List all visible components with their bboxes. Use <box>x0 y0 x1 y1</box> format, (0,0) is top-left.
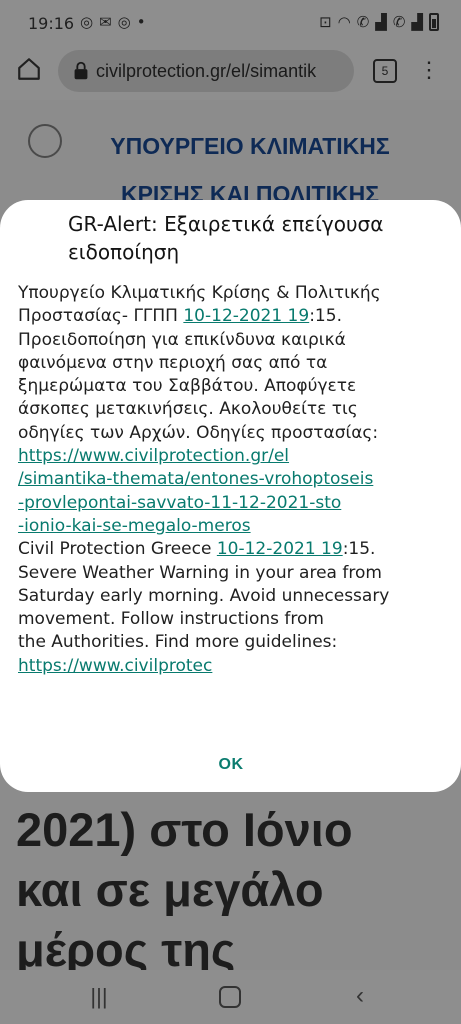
browser-toolbar: civilprotection.gr/el/simantik 5 ⋮ <box>0 48 461 100</box>
status-bar: 19:16 ◎ ✉ ◎ • ⊡ ◠ ✆ ▟ ✆ ▟ <box>0 0 461 48</box>
wifi-icon: ◠ <box>337 13 351 31</box>
ok-button[interactable]: OK <box>196 750 266 780</box>
ministry-logo-icon <box>28 124 62 158</box>
page-text-line: 2021) στο Ιόνιο <box>16 803 353 856</box>
signal-icon: ▟ <box>375 13 387 31</box>
alert-link[interactable]: /simantika-themata/entones-vrohoptoseis <box>18 469 373 489</box>
dialog-body-line: φαινόμενα στην περιοχή σας από τα <box>18 352 450 375</box>
alert-text: Υπουργείο Κλιματικής Κρίσης & Πολιτικής <box>18 283 381 303</box>
alert-text: ξημερώματα του Σαββάτου. Αποφύγετε <box>18 376 357 397</box>
page-text-line: και σε μεγάλο <box>16 863 324 916</box>
dialog-body-line: Saturday early morning. Avoid unnecessar… <box>18 585 450 608</box>
dialog-body-line: movement. Follow instructions from <box>18 608 450 631</box>
dialog-body-line: οδηγίες των Αρχών. Οδηγίες προστασίας: <box>18 422 450 445</box>
url-bar[interactable]: civilprotection.gr/el/simantik <box>58 50 354 92</box>
dialog-body-line: the Authorities. Find more guidelines: <box>18 631 450 654</box>
home-nav-button[interactable] <box>219 986 241 1008</box>
tab-switcher-button[interactable]: 5 <box>373 59 397 83</box>
menu-button[interactable]: ⋮ <box>418 54 440 86</box>
alert-text: :15. <box>309 306 342 327</box>
alert-link[interactable]: 10-12-2021 19 <box>217 539 343 559</box>
alert-link[interactable]: -provlepontai-savvato-11-12-2021-sto <box>18 493 341 513</box>
page-text-line: μέρος της <box>16 923 236 970</box>
dialog-body-line: Υπουργείο Κλιματικής Κρίσης & Πολιτικής <box>18 282 450 305</box>
alert-text: Προστασίας- ΓΓΠΠ <box>18 306 184 327</box>
alert-text: Severe Weather Warning in your area from <box>18 562 382 583</box>
notification-icons: ◎ ✉ ◎ • <box>80 13 146 31</box>
dot-icon: • <box>136 13 146 31</box>
home-button[interactable] <box>14 56 44 86</box>
dialog-body-line: -ionio-kai-se-megalo-meros <box>18 515 450 538</box>
alert-link[interactable]: -ionio-kai-se-megalo-meros <box>18 516 251 536</box>
chrome-icon: ◎ <box>80 13 94 31</box>
dialog-body-line: /simantika-themata/entones-vrohoptoseis <box>18 468 450 491</box>
battery-icon <box>429 13 439 31</box>
dialog-body-line: -provlepontai-savvato-11-12-2021-sto <box>18 492 450 515</box>
page-big-text: 2021) στο Ιόνιο και σε μεγάλο μέρος της <box>16 800 456 970</box>
signal-icon: ▟ <box>411 13 423 31</box>
alert-text: Civil Protection Greece <box>18 539 217 560</box>
alert-text: Προειδοποίηση για επικίνδυνα καιρικά <box>18 329 346 350</box>
back-button[interactable]: ‹ <box>345 982 375 1010</box>
call-icon: ✆ <box>392 13 406 31</box>
alert-link[interactable]: https://www.civilprotection.gr/el <box>18 446 289 466</box>
alert-link[interactable]: 10-12-2021 19 <box>183 306 309 326</box>
alert-text: άσκοπες μετακινήσεις. Ακολουθείτε τις <box>18 399 358 420</box>
more-vert-icon: ⋮ <box>418 57 440 82</box>
dialog-body-line: https://www.civilprotection.gr/el <box>18 445 450 468</box>
dialog-body-line: Προστασίας- ΓΓΠΠ 10-12-2021 19:15. <box>18 305 450 328</box>
dialog-body-line: Severe Weather Warning in your area from <box>18 562 450 585</box>
dialog-body-line: Προειδοποίηση για επικίνδυνα καιρικά <box>18 329 450 352</box>
mail-icon: ✉ <box>99 13 112 31</box>
lock-icon: ⊡ <box>319 13 332 31</box>
system-icons: ⊡ ◠ ✆ ▟ ✆ ▟ <box>319 13 439 31</box>
alert-text: Saturday early morning. Avoid unnecessar… <box>18 585 390 606</box>
status-time: 19:16 <box>28 14 75 33</box>
alert-dialog: GR-Alert: Εξαιρετικά επείγουσα ειδοποίησ… <box>0 200 461 792</box>
dialog-body: Υπουργείο Κλιματικής Κρίσης & Πολιτικής Π… <box>18 282 450 678</box>
dialog-body-line: https://www.civilprotec <box>18 655 450 678</box>
home-icon <box>18 58 40 80</box>
dialog-body-line: άσκοπες μετακινήσεις. Ακολουθείτε τις <box>18 398 450 421</box>
call-icon: ✆ <box>356 13 370 31</box>
navigation-bar: ||| ‹ <box>0 970 461 1024</box>
dialog-title: GR-Alert: Εξαιρετικά επείγουσα ειδοποίησ… <box>68 212 384 264</box>
lock-icon <box>74 61 88 80</box>
alert-text: οδηγίες των Αρχών. Οδηγίες προστασίας: <box>18 422 379 443</box>
alert-text: the Authorities. Find more guidelines: <box>18 632 338 653</box>
dialog-body-line: ξημερώματα του Σαββάτου. Αποφύγετε <box>18 375 450 398</box>
dialog-body-line: Civil Protection Greece 10-12-2021 19:15… <box>18 538 450 561</box>
recent-apps-button[interactable]: ||| <box>84 984 114 1010</box>
alert-text: φαινόμενα στην περιοχή σας από τα <box>18 352 328 373</box>
alert-text: movement. Follow instructions from <box>18 609 324 630</box>
url-text: civilprotection.gr/el/simantik <box>96 61 317 81</box>
alert-text: :15. <box>342 539 376 560</box>
back-icon: ‹ <box>356 982 364 1009</box>
alert-link[interactable]: https://www.civilprotec <box>18 656 212 676</box>
recent-apps-icon: ||| <box>90 984 108 1009</box>
chrome-icon: ◎ <box>117 13 131 31</box>
